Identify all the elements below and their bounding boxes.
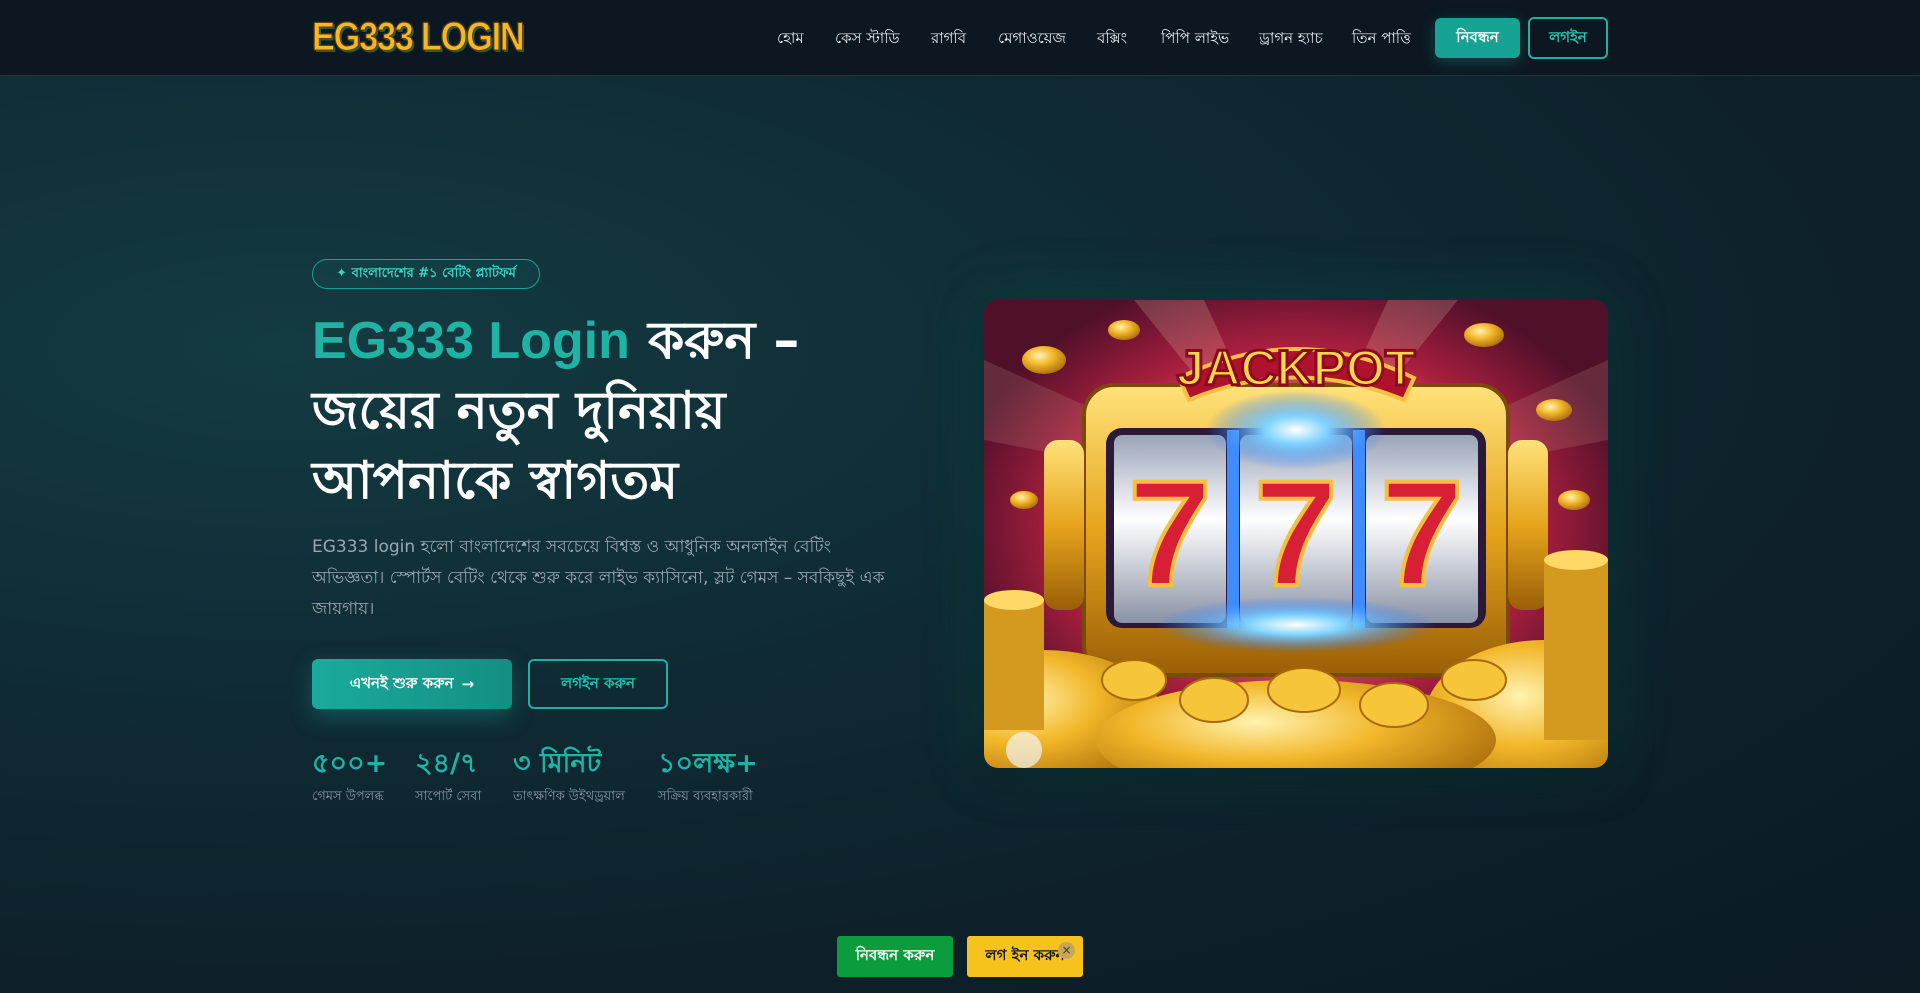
stat-label: তাৎক্ষণিক উইথড্রয়াল xyxy=(513,789,625,804)
stat-value: ২৪/৭ xyxy=(415,748,478,779)
reel-symbol-2: 7 xyxy=(1254,449,1337,617)
nav-item-pp-live[interactable]: পিপি লাইভ xyxy=(1161,26,1229,50)
start-now-button[interactable]: এখনই শুরু করুন → xyxy=(312,659,512,709)
stat-value: ১০লক্ষ+ xyxy=(658,748,758,779)
nav-item-rugby[interactable]: রাগবি xyxy=(931,26,966,50)
nav-item-case-study[interactable]: কেস স্টাডি xyxy=(835,26,900,50)
floating-register-button[interactable]: নিবন্ধন করুন xyxy=(837,936,953,977)
register-button[interactable]: নিবন্ধন xyxy=(1435,18,1520,58)
nav-item-dragon-hatch[interactable]: ড্রাগন হ্যাচ xyxy=(1259,26,1323,50)
stat-support: ২৪/৭ সাপোর্ট সেবা xyxy=(415,745,481,808)
hero-description: EG333 login হলো বাংলাদেশের সবচেয়ে বিশ্ব… xyxy=(312,537,885,619)
nav-item-home[interactable]: হোম xyxy=(777,26,804,50)
reel-symbol-1: 7 xyxy=(1128,449,1211,617)
hero-title-accent: EG333 Login xyxy=(312,312,630,370)
arrow-right-icon: → xyxy=(461,675,475,693)
stat-label: গেমস উপলব্ধ xyxy=(312,789,384,804)
jackpot-text: JACKPOT xyxy=(1177,340,1416,396)
hero-login-button[interactable]: লগইন করুন xyxy=(528,659,668,709)
stat-label: সক্রিয় ব্যবহারকারী xyxy=(658,789,753,804)
stat-users: ১০লক্ষ+ সক্রিয় ব্যবহারকারী xyxy=(658,745,758,808)
nav-item-boxing[interactable]: বক্সিং xyxy=(1097,26,1127,50)
stat-label: সাপোর্ট সেবা xyxy=(415,789,482,804)
main-nav: হোম কেস স্টাডি রাগবি মেগাওয়েজ বক্সিং পি… xyxy=(0,0,1920,76)
top-navbar: EG333 LOGIN হোম কেস স্টাডি রাগবি মেগাওয়… xyxy=(0,0,1920,76)
hero-badge: ✦ বাংলাদেশের #১ বেটিং প্ল্যাটফর্ম xyxy=(312,259,540,289)
stat-value: ৫০০+ xyxy=(312,748,388,779)
hero-title: EG333 Login করুন – জয়ের নতুন দুনিয়ায় … xyxy=(312,306,912,516)
stat-withdrawal: ৩ মিনিট তাৎক্ষণিক উইথড্রয়াল xyxy=(513,745,625,808)
nav-item-megaways[interactable]: মেগাওয়েজ xyxy=(998,26,1066,50)
start-now-label: এখনই শুরু করুন xyxy=(349,673,454,692)
jackpot-slot-image: 7 7 7 JACKPOT xyxy=(984,300,1608,768)
nav-item-teen-patti[interactable]: তিন পাত্তি xyxy=(1352,26,1411,50)
stat-value: ৩ মিনিট xyxy=(513,748,602,779)
stat-games: ৫০০+ গেমস উপলব্ধ xyxy=(312,745,387,808)
close-icon[interactable]: × xyxy=(1058,942,1075,959)
reel-symbol-3: 7 xyxy=(1380,449,1463,617)
login-button[interactable]: লগইন xyxy=(1528,17,1608,59)
